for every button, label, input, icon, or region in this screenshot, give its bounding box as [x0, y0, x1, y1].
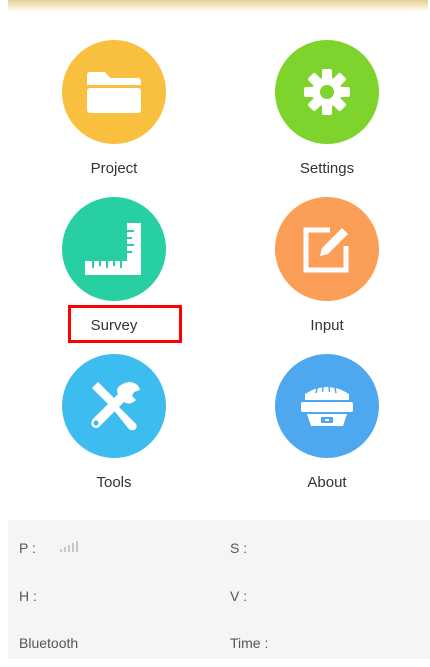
input-button[interactable]: Input	[247, 197, 407, 347]
edit-icon	[303, 227, 349, 273]
time-label: Time :	[230, 635, 269, 651]
tools-circle	[62, 354, 166, 458]
tools-button[interactable]: Tools	[34, 354, 194, 504]
input-circle	[275, 197, 379, 301]
settings-label: Settings	[299, 160, 355, 177]
signal-strength-icon	[60, 540, 78, 552]
about-label: About	[307, 474, 347, 491]
survey-highlight-box	[68, 305, 182, 343]
project-button[interactable]: Project	[34, 40, 194, 190]
survey-circle	[62, 197, 166, 301]
folder-icon	[87, 72, 141, 113]
h-label: H :	[19, 588, 37, 604]
s-label: S :	[230, 540, 248, 556]
gear-icon	[304, 69, 350, 115]
project-label: Project	[90, 160, 138, 177]
wrench-screwdriver-icon	[91, 382, 140, 431]
project-circle	[62, 40, 166, 144]
status-row-accuracy: H : V :	[8, 574, 430, 620]
settings-circle	[275, 40, 379, 144]
ruler-icon	[85, 223, 141, 275]
gnss-receiver-icon	[301, 385, 353, 426]
v-label: V :	[230, 588, 248, 604]
main-menu-grid: Project Settings Survey Input Tools Abou…	[0, 0, 430, 510]
tools-label: Tools	[96, 474, 132, 491]
about-circle	[275, 354, 379, 458]
settings-button[interactable]: Settings	[247, 40, 407, 190]
status-row-connection: Bluetooth Time :	[8, 621, 430, 667]
bluetooth-label: Bluetooth	[19, 635, 79, 651]
about-button[interactable]: About	[247, 354, 407, 504]
p-label: P :	[19, 540, 36, 556]
status-panel: P : S : H : V : Bluetooth Time :	[8, 520, 430, 659]
input-label: Input	[310, 317, 344, 334]
status-row-position: P : S :	[8, 526, 430, 572]
